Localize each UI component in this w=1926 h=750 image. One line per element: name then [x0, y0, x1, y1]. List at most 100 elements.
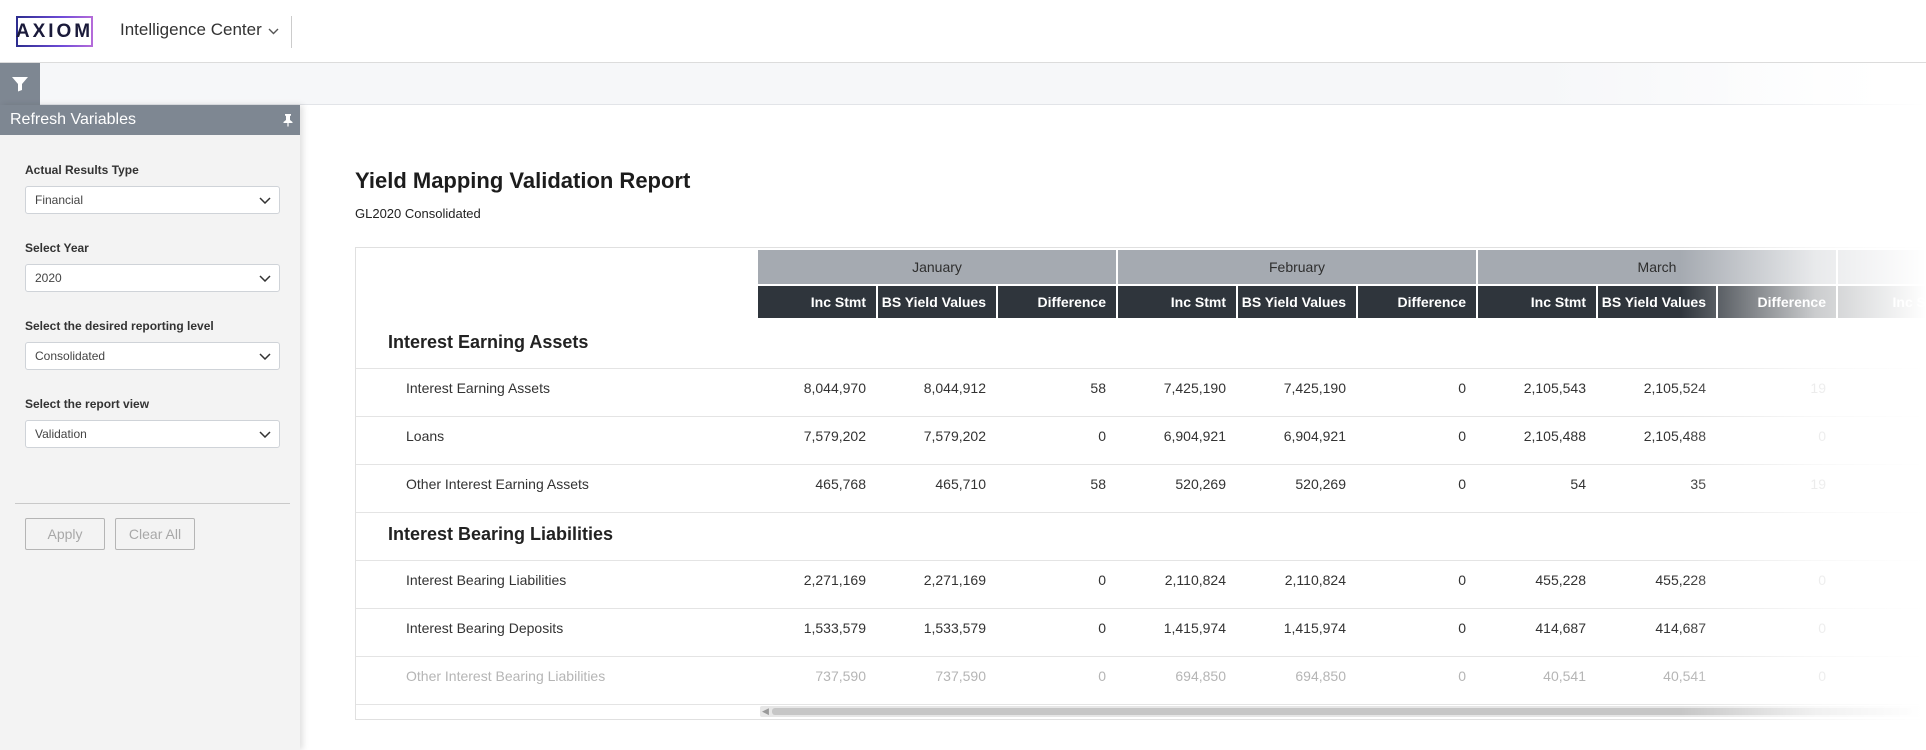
- row-label: Interest Bearing Deposits: [406, 620, 564, 636]
- table-cell: 2,105,488: [1523, 428, 1586, 444]
- table-cell: 40,541: [1543, 668, 1586, 684]
- col-header-inc-stmt[interactable]: Inc Stmt: [758, 286, 878, 318]
- table-cell: 0: [1458, 572, 1466, 588]
- report-subtitle: GL2020 Consolidated: [355, 206, 481, 221]
- table-cell: 2,105,543: [1523, 380, 1586, 396]
- field-label: Select the report view: [25, 397, 150, 411]
- table-cell: 7,579,202: [923, 428, 986, 444]
- scrollbar-thumb[interactable]: [772, 708, 1912, 715]
- app-name: Intelligence Center: [120, 20, 262, 39]
- col-header-bs-yield-values[interactable]: BS Yield Values: [1238, 286, 1358, 318]
- col-header-difference[interactable]: Difference: [998, 286, 1118, 318]
- table-cell: 35: [1690, 476, 1706, 492]
- table-cell: 8,044,970: [803, 380, 866, 396]
- table-cell: 737,590: [935, 668, 986, 684]
- table-cell: 2,271,169: [923, 572, 986, 588]
- table-cell: 0: [1098, 668, 1106, 684]
- table-cell: 0: [1818, 428, 1826, 444]
- report-view-select[interactable]: Validation: [25, 420, 280, 448]
- table-cell: 0: [1458, 620, 1466, 636]
- table-cell: 694,850: [1295, 668, 1346, 684]
- select-year-field: Select Year 2020: [25, 241, 280, 292]
- row-label: Interest Earning Assets: [406, 380, 550, 396]
- horizontal-scrollbar[interactable]: ◀: [760, 706, 1926, 717]
- section-heading: Interest Bearing Liabilities: [388, 524, 614, 544]
- table-cell: 520,269: [1175, 476, 1226, 492]
- table-cell: 414,687: [1655, 620, 1706, 636]
- actual-results-type-field: Actual Results Type Financial: [25, 163, 280, 214]
- table-cell: 0: [1458, 476, 1466, 492]
- refresh-variables-panel: Refresh Variables Actual Results Type Fi…: [0, 105, 300, 750]
- field-label: Select Year: [25, 241, 89, 255]
- table-cell: 6,904,921: [1283, 428, 1346, 444]
- table-cell: 465,710: [935, 476, 986, 492]
- table-cell: 0: [1458, 668, 1466, 684]
- filter-toggle-button[interactable]: [0, 63, 40, 105]
- col-header-difference[interactable]: Difference: [1718, 286, 1838, 318]
- table-cell: 2,110,824: [1284, 572, 1346, 588]
- col-header-bs-yield-values[interactable]: BS Yield Values: [1598, 286, 1718, 318]
- row-label: Other Interest Bearing Liabilities: [406, 668, 606, 684]
- reporting-level-field: Select the desired reporting level Conso…: [25, 319, 280, 370]
- col-header-inc-stmt[interactable]: Inc Stmt: [1118, 286, 1238, 318]
- actual-results-type-select[interactable]: Financial: [25, 186, 280, 214]
- table-cell: 0: [1458, 428, 1466, 444]
- table-cell: 0: [1098, 620, 1106, 636]
- chevron-down-icon: [259, 196, 271, 204]
- table-cell: 0: [1098, 428, 1106, 444]
- col-header-inc-stmt-partial[interactable]: Inc S: [1838, 286, 1926, 318]
- section-heading: Interest Earning Assets: [388, 332, 589, 352]
- scroll-left-icon[interactable]: ◀: [762, 706, 769, 717]
- table-cell: 455,228: [1535, 572, 1586, 588]
- table-cell: 0: [1098, 572, 1106, 588]
- table-cell: 7,579,202: [803, 428, 866, 444]
- apply-button[interactable]: Apply: [25, 518, 105, 550]
- report-title: Yield Mapping Validation Report: [355, 168, 691, 193]
- month-header-february: February: [1118, 250, 1478, 284]
- axiom-logo[interactable]: AXIOM: [16, 16, 93, 47]
- table-cell: 58: [1090, 380, 1106, 396]
- report-view-field: Select the report view Validation: [25, 397, 280, 448]
- table-cell: 465,768: [815, 476, 866, 492]
- report-grid: January February March Inc Stmt BS Yield…: [355, 247, 1926, 720]
- select-value: Financial: [35, 193, 84, 207]
- select-value: 2020: [35, 271, 62, 285]
- table-cell: 8,044,912: [923, 380, 986, 396]
- table-cell: 40,541: [1663, 668, 1706, 684]
- clear-all-button[interactable]: Clear All: [115, 518, 195, 550]
- field-label: Select the desired reporting level: [25, 319, 214, 333]
- panel-title: Refresh Variables: [10, 111, 136, 128]
- table-cell: 1,415,974: [1163, 620, 1226, 636]
- table-cell: 1,533,579: [803, 620, 866, 636]
- chevron-down-icon: [268, 28, 279, 34]
- app-switcher[interactable]: Intelligence Center: [120, 20, 279, 40]
- col-header-bs-yield-values[interactable]: BS Yield Values: [878, 286, 998, 318]
- table-cell: 1,415,974: [1283, 620, 1346, 636]
- table-cell: 414,687: [1535, 620, 1586, 636]
- table-cell: 2,105,488: [1643, 428, 1706, 444]
- year-select[interactable]: 2020: [25, 264, 280, 292]
- table-cell: 455,228: [1655, 572, 1706, 588]
- table-cell: 54: [1570, 476, 1586, 492]
- col-header-inc-stmt[interactable]: Inc Stmt: [1478, 286, 1598, 318]
- table-cell: 0: [1818, 668, 1826, 684]
- top-bar: AXIOM Intelligence Center: [0, 0, 1926, 63]
- select-value: Consolidated: [35, 349, 106, 363]
- chevron-down-icon: [259, 274, 271, 282]
- row-label: Loans: [406, 428, 445, 444]
- table-cell: 58: [1090, 476, 1106, 492]
- table-cell: 0: [1818, 572, 1826, 588]
- row-label: Other Interest Earning Assets: [406, 476, 589, 492]
- reporting-level-select[interactable]: Consolidated: [25, 342, 280, 370]
- pin-icon[interactable]: [282, 113, 294, 127]
- table-cell: 19: [1810, 380, 1826, 396]
- month-header-january: January: [758, 250, 1118, 284]
- chevron-down-icon: [259, 430, 271, 438]
- month-header-march: March: [1478, 250, 1838, 284]
- table-cell: 520,269: [1295, 476, 1346, 492]
- table-cell: 2,110,824: [1164, 572, 1226, 588]
- filter-toolbar: [0, 63, 1926, 105]
- month-header-april-partial: [1838, 250, 1926, 284]
- field-label: Actual Results Type: [25, 163, 139, 177]
- col-header-difference[interactable]: Difference: [1358, 286, 1478, 318]
